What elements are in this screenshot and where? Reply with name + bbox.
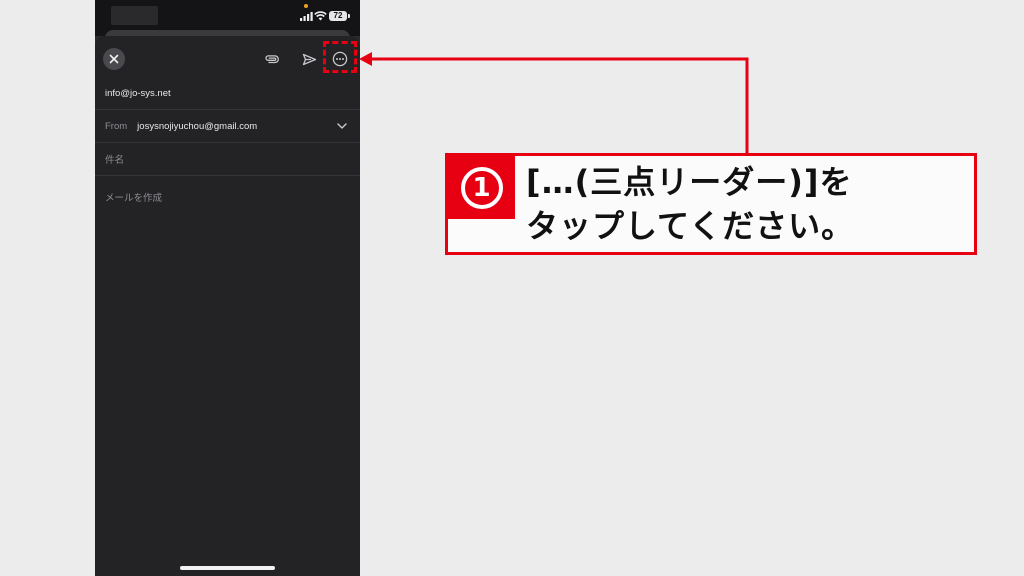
instruction-line-2: タップしてください。	[526, 207, 855, 245]
step-badge: 1	[448, 156, 515, 219]
step-number: 1	[460, 166, 503, 209]
instruction-callout: 1 […(三点リーダー)]を タップしてください。	[445, 153, 977, 255]
instruction-line-1: […(三点リーダー)]を	[526, 163, 853, 201]
pointer-arrow	[359, 52, 749, 153]
